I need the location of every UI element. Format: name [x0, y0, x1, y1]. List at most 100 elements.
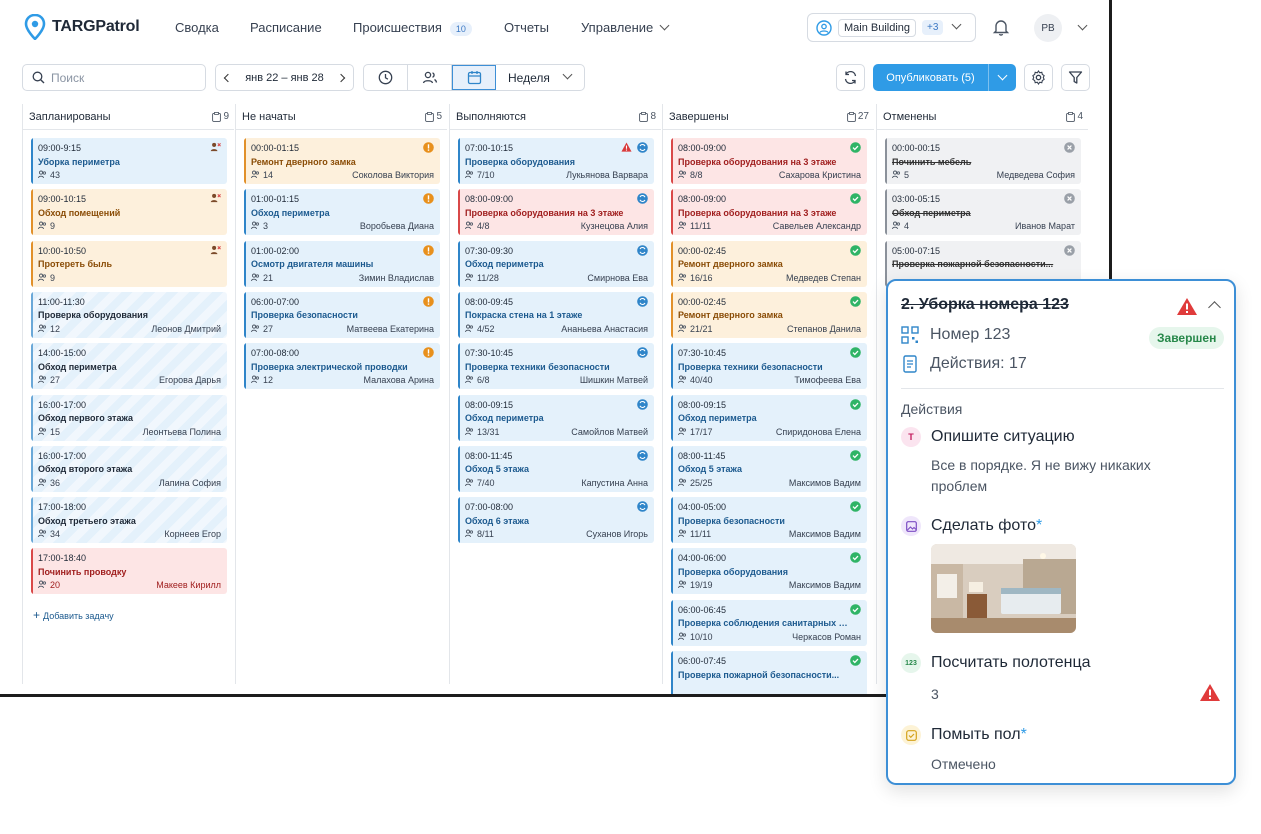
- nav-reports[interactable]: Отчеты: [504, 20, 549, 35]
- status-stripe: [671, 394, 673, 441]
- logo[interactable]: TARGPatrol: [24, 14, 140, 40]
- task-card[interactable]: 14:00-15:00 Обход периметра 27 Егорова Дарь…: [31, 343, 227, 390]
- time-view-button[interactable]: [364, 65, 408, 90]
- task-card[interactable]: 07:00-10:15 Проверка оборудования 7/10 Лукь…: [458, 138, 654, 184]
- people-view-button[interactable]: [408, 65, 452, 90]
- refresh-button[interactable]: [836, 64, 865, 91]
- nav-summary[interactable]: Сводка: [175, 20, 219, 35]
- task-card[interactable]: 06:00-06:45 Проверка соблюдения санитарны…: [671, 599, 867, 646]
- task-progress: 7/40: [465, 477, 495, 491]
- task-title: Покраска стена на 1 этаже: [465, 310, 583, 321]
- task-card[interactable]: 08:00-09:45 Покраска стена на 1 этаже 4/52…: [458, 291, 654, 338]
- building-selector[interactable]: Main Building +3: [807, 13, 976, 42]
- action-photo[interactable]: Сделать фото*: [901, 516, 1042, 536]
- task-progress: 9: [38, 220, 55, 234]
- publish-button[interactable]: Опубликовать (5): [873, 64, 1016, 91]
- assignee-name: Смирнова Ева: [587, 272, 648, 283]
- clipboard-icon: [1066, 111, 1076, 122]
- task-card[interactable]: 06:00-07:45 Проверка пожарной безопасност…: [671, 651, 867, 694]
- task-meta: 8/8 Сахарова Кристина: [678, 169, 861, 183]
- task-card[interactable]: 07:30-10:45 Проверка техники безопасности…: [671, 343, 867, 390]
- task-card[interactable]: 07:00-08:00 Обход 6 этажа 8/11 Суханов Игор…: [458, 497, 654, 544]
- task-card[interactable]: 00:00-00:15 Починить мебель 5 Медведева Соф…: [885, 138, 1081, 184]
- task-card[interactable]: 07:00-08:00 Проверка электрической провод…: [244, 343, 440, 390]
- task-card[interactable]: 00:00-01:15 Ремонт дверного замка 14 Соколо…: [244, 138, 440, 184]
- column-count: 9: [212, 111, 229, 122]
- task-card[interactable]: 08:00-11:45 Обход 5 этажа 25/25 Максимов Ва…: [671, 445, 867, 492]
- task-card[interactable]: 08:00-09:00 Проверка оборудования на 3 эт…: [458, 189, 654, 236]
- room-photo[interactable]: [931, 544, 1076, 633]
- action-describe[interactable]: T Опишите ситуацию: [901, 427, 1075, 447]
- date-range-picker[interactable]: янв 22 – янв 28: [215, 64, 354, 91]
- task-card[interactable]: 08:00-11:45 Обход 5 этажа 7/40 Капустина Ан…: [458, 445, 654, 492]
- settings-button[interactable]: [1024, 64, 1053, 91]
- nav-schedule[interactable]: Расписание: [250, 20, 322, 35]
- calendar-view-button[interactable]: [452, 65, 496, 90]
- task-card[interactable]: 09:00-9:15 Уборка периметра 43: [31, 138, 227, 184]
- task-card[interactable]: 08:00-09:15 Обход периметра 17/17 Спиридоно…: [671, 394, 867, 441]
- task-progress: 16/16: [678, 272, 713, 286]
- bell-icon[interactable]: [992, 18, 1010, 36]
- task-meta: 4/8 Кузнецова Алия: [465, 220, 648, 234]
- users-icon: [422, 71, 437, 84]
- column-count: 27: [847, 111, 869, 122]
- task-card[interactable]: 04:00-06:00 Проверка оборудования 19/19 Мак…: [671, 548, 867, 595]
- task-title: Обход 5 этажа: [465, 464, 529, 475]
- chevron-down-icon[interactable]: [1077, 20, 1088, 31]
- task-title: Проверка соблюдения санитарных но...: [678, 618, 850, 629]
- task-card[interactable]: 16:00-17:00 Обход второго этажа 36 Лапина С…: [31, 445, 227, 492]
- task-card[interactable]: 16:00-17:00 Обход первого этажа 15 Леонтьев…: [31, 394, 227, 441]
- clipboard-icon: [639, 111, 649, 122]
- search-input[interactable]: Поиск: [22, 64, 206, 91]
- nav-management[interactable]: Управление: [581, 20, 670, 35]
- period-select[interactable]: Неделя: [496, 65, 584, 90]
- task-time: 07:00-08:00: [251, 348, 300, 359]
- task-card[interactable]: 11:00-11:30 Проверка оборудования 12 Леонов…: [31, 291, 227, 338]
- publish-dropdown-button[interactable]: [988, 64, 1016, 91]
- task-title: Протереть быль: [38, 259, 112, 270]
- task-card[interactable]: 08:00-09:00 Проверка оборудования на 3 эт…: [671, 189, 867, 236]
- in-progress-icon: [637, 296, 648, 307]
- task-title: Обход второго этажа: [38, 464, 133, 475]
- task-card[interactable]: 07:30-10:45 Проверка техники безопасности…: [458, 343, 654, 390]
- task-card[interactable]: 10:00-10:50 Протереть быль 9: [31, 240, 227, 287]
- task-card[interactable]: 03:00-05:15 Обход периметра 4 Иванов Марат: [885, 189, 1081, 236]
- task-time: 06:00-07:45: [678, 656, 727, 666]
- status-stripe: [458, 497, 460, 544]
- task-progress-value: 3: [263, 221, 269, 232]
- status-stripe: [671, 548, 673, 595]
- chevron-right-icon[interactable]: [336, 73, 346, 82]
- task-card[interactable]: 00:00-02:45 Ремонт дверного замка 16/16 Мед…: [671, 240, 867, 287]
- add-task-button[interactable]: + Добавить задачу: [33, 608, 114, 622]
- task-card[interactable]: 17:00-18:00 Обход третьего этажа 34 Корнеев…: [31, 497, 227, 544]
- avatar[interactable]: PB: [1034, 14, 1062, 42]
- task-card[interactable]: 01:00-02:00 Осмотр двигателя машины 21 Зими…: [244, 240, 440, 287]
- task-progress: 11/11: [678, 220, 711, 234]
- task-meta: 43: [38, 169, 221, 183]
- task-card[interactable]: 17:00-18:40 Починить проводку 20 Макеев Кир…: [31, 548, 227, 595]
- task-title: Проверка оборудования на 3 этаже: [678, 207, 837, 218]
- task-meta: 19/19 Максимов Вадим: [678, 579, 861, 593]
- task-card[interactable]: 04:00-05:00 Проверка безопасности 11/11 Мак…: [671, 497, 867, 544]
- task-card[interactable]: 00:00-02:45 Ремонт дверного замка 21/21 Сте…: [671, 291, 867, 338]
- action-mop-floor[interactable]: Помыть пол*: [901, 725, 1027, 745]
- task-title: Обход 6 этажа: [465, 515, 529, 526]
- action-count-towels[interactable]: 123 Посчитать полотенца: [901, 653, 1091, 673]
- required-mark: *: [1036, 517, 1043, 534]
- column-title: Выполняются: [456, 110, 526, 123]
- nav-incidents[interactable]: Происшествия 10: [353, 20, 472, 36]
- task-card[interactable]: 07:30-09:30 Обход периметра 11/28 Смирнова …: [458, 240, 654, 287]
- task-meta: 5 Медведева София: [892, 169, 1075, 183]
- status-stripe: [31, 291, 33, 338]
- chevron-up-icon[interactable]: [1208, 301, 1221, 314]
- column-count: 4: [1066, 111, 1083, 122]
- task-card[interactable]: 01:00-01:15 Обход периметра 3 Воробьева Диа…: [244, 189, 440, 236]
- column-count-value: 8: [650, 111, 656, 122]
- chevron-left-icon[interactable]: [223, 73, 233, 82]
- task-meta: 27 Егорова Дарья: [38, 374, 221, 388]
- task-card[interactable]: 08:00-09:15 Обход периметра 13/31 Самойлов …: [458, 394, 654, 441]
- task-card[interactable]: 06:00-07:00 Проверка безопасности 27 Матвее…: [244, 291, 440, 338]
- filter-button[interactable]: [1061, 64, 1090, 91]
- task-card[interactable]: 08:00-09:00 Проверка оборудования на 3 эт…: [671, 138, 867, 184]
- task-card[interactable]: 09:00-10:15 Обход помещений 9: [31, 189, 227, 236]
